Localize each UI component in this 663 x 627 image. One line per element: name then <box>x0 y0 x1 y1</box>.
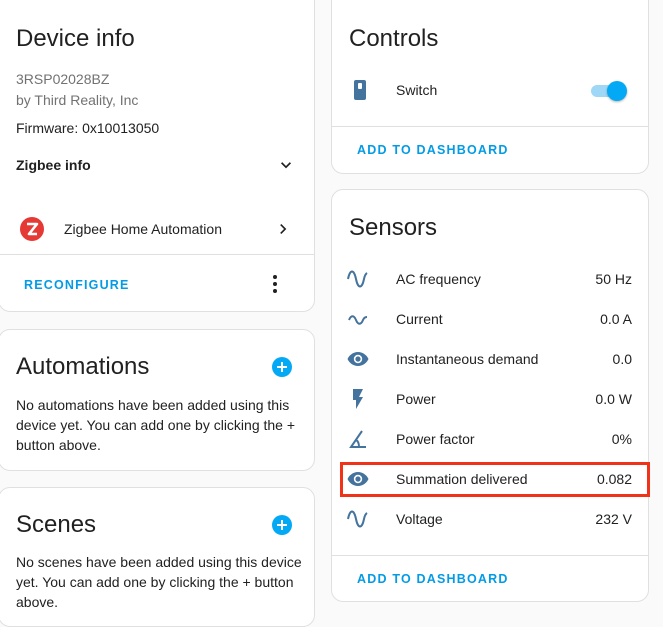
automations-card: Automations No automations have been add… <box>0 329 315 471</box>
zigbee-home-automation-link[interactable]: Zigbee Home Automation <box>0 211 314 247</box>
highlight-box <box>340 462 650 497</box>
scenes-card: Scenes No scenes have been added using t… <box>0 487 315 627</box>
controls-add-to-dashboard-button[interactable]: ADD TO DASHBOARD <box>357 143 509 157</box>
control-label: Switch <box>396 82 438 98</box>
flash-icon <box>346 387 370 411</box>
plus-icon <box>276 519 288 531</box>
device-model: 3RSP02028BZ <box>16 71 110 87</box>
sensor-value: 0.0 A <box>600 311 632 327</box>
device-firmware: Firmware: 0x10013050 <box>16 120 160 136</box>
switch-icon <box>348 78 372 102</box>
sine-wave-icon <box>346 267 370 291</box>
automations-empty-text: No automations have been added using thi… <box>16 397 296 453</box>
sensors-card: Sensors AC frequency 50 Hz Current 0.0 A… <box>331 189 649 602</box>
controls-card: Controls Switch ADD TO DASHBOARD <box>331 0 649 174</box>
sensor-row[interactable]: Current 0.0 A <box>332 299 648 339</box>
sensor-label: Voltage <box>396 511 443 527</box>
sensor-value: 0% <box>611 431 632 447</box>
switch-toggle[interactable] <box>591 80 627 101</box>
device-info-divider <box>0 254 314 255</box>
zha-logo-icon <box>19 216 45 242</box>
more-options-icon[interactable] <box>263 272 287 296</box>
eye-icon <box>346 347 370 371</box>
automations-title: Automations <box>16 353 150 380</box>
sensor-value: 232 V <box>595 511 632 527</box>
angle-acute-icon <box>346 427 370 451</box>
sensor-label: AC frequency <box>396 271 481 287</box>
sensor-row[interactable]: Voltage 232 V <box>332 499 648 539</box>
sensor-label: Power factor <box>396 431 475 447</box>
sensor-value: 50 Hz <box>595 271 632 287</box>
toggle-thumb <box>607 81 627 101</box>
zigbee-info-expander[interactable]: Zigbee info <box>0 149 314 179</box>
sine-wave-icon <box>346 507 370 531</box>
reconfigure-button[interactable]: RECONFIGURE <box>24 278 130 292</box>
sensor-value: 0.0 <box>612 351 632 367</box>
device-manufacturer: by Third Reality, Inc <box>16 92 139 108</box>
add-automation-button[interactable] <box>272 357 292 377</box>
device-info-title: Device info <box>16 25 135 52</box>
device-info-card: Device info 3RSP02028BZ by Third Reality… <box>0 0 315 312</box>
sensor-label: Current <box>396 311 443 327</box>
integration-label: Zigbee Home Automation <box>64 221 222 237</box>
sensors-divider <box>332 555 648 556</box>
scenes-title: Scenes <box>16 511 97 538</box>
controls-title: Controls <box>349 25 439 52</box>
zigbee-info-label: Zigbee info <box>16 157 91 173</box>
control-row-switch[interactable]: Switch <box>332 70 648 110</box>
sensor-row[interactable]: AC frequency 50 Hz <box>332 259 648 299</box>
sensor-label: Power <box>396 391 436 407</box>
scenes-empty-text: No scenes have been added using this dev… <box>16 554 302 610</box>
chevron-down-icon <box>276 155 296 175</box>
controls-divider <box>332 126 648 127</box>
sensor-row[interactable]: Power 0.0 W <box>332 379 648 419</box>
sensor-label: Instantaneous demand <box>396 351 539 367</box>
sensor-row[interactable]: Power factor 0% <box>332 419 648 459</box>
chevron-right-icon <box>273 219 293 239</box>
sensor-row[interactable]: Instantaneous demand 0.0 <box>332 339 648 379</box>
sensors-add-to-dashboard-button[interactable]: ADD TO DASHBOARD <box>357 572 509 586</box>
current-ac-icon <box>346 307 370 331</box>
sensor-value: 0.0 W <box>595 391 632 407</box>
add-scene-button[interactable] <box>272 515 292 535</box>
plus-icon <box>276 361 288 373</box>
sensors-title: Sensors <box>349 214 438 241</box>
